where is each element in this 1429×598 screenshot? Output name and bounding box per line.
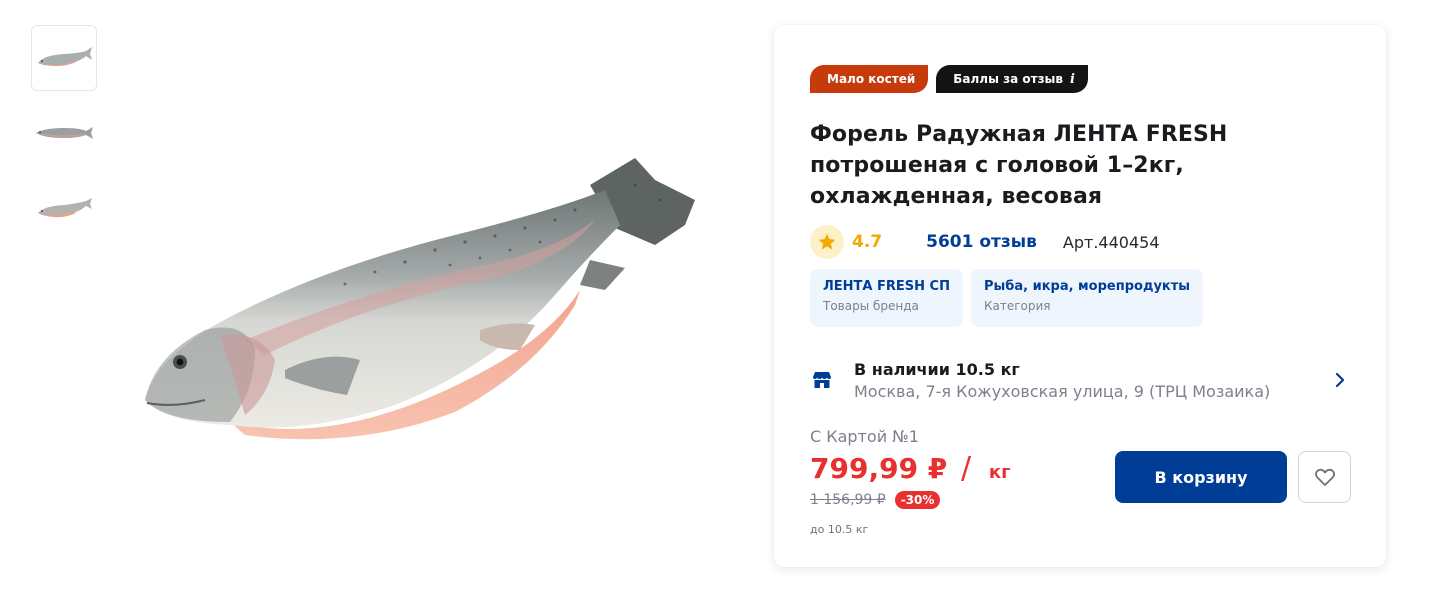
add-to-cart-button[interactable]: В корзину <box>1115 451 1287 503</box>
product-title: Форель Радужная ЛЕНТА FRESH потрошеная с… <box>810 122 1228 209</box>
reviews-link[interactable]: 5601 отзыв <box>926 232 1037 252</box>
chevron-right-icon[interactable] <box>1330 370 1350 390</box>
favorite-button[interactable] <box>1298 451 1351 503</box>
brand-chip-title: ЛЕНТА FRESH СП <box>823 279 950 294</box>
star-icon <box>810 225 844 259</box>
category-chip-subtitle: Категория <box>983 299 1051 313</box>
product-image <box>145 158 695 440</box>
category-chip[interactable]: Рыба, икра, морепродукты Категория <box>970 269 1204 327</box>
chip-row: ЛЕНТА FRESH СП Товары бренда Рыба, икра,… <box>810 269 1204 327</box>
brand-chip-subtitle: Товары бренда <box>823 299 919 313</box>
badge-row: Мало костей Баллы за отзыв i <box>810 65 1088 93</box>
stock-availability-row[interactable]: В наличии 10.5 кг Москва, 7-я Кожуховска… <box>810 358 1350 406</box>
current-price: 799,99 ₽ / кг <box>810 451 1011 486</box>
heart-icon <box>1314 468 1335 486</box>
fish-thumbnail-image <box>36 127 93 139</box>
category-chip-title: Рыба, икра, морепродукты <box>983 279 1191 294</box>
price-value: 799,99 ₽ <box>810 452 948 485</box>
product-card: Мало костей Баллы за отзыв i Форель Раду… <box>774 25 1386 567</box>
discount-badge: -30% <box>894 491 941 509</box>
few-bones-badge: Мало костей <box>810 65 929 93</box>
review-points-badge-label: Баллы за отзыв <box>953 72 1063 86</box>
stock-title: В наличии 10.5 кг <box>854 360 1020 379</box>
thumbnail-1[interactable] <box>31 25 97 91</box>
fish-thumbnail-image <box>38 198 92 218</box>
rating-row: 4.7 5601 отзыв Арт.440454 <box>810 225 1160 259</box>
store-icon <box>813 372 831 388</box>
article-number: Арт.440454 <box>1062 232 1160 252</box>
few-bones-badge-label: Мало костей <box>827 72 916 86</box>
thumbnail-strip <box>31 25 97 250</box>
quantity-limit: до 10.5 кг <box>810 523 869 536</box>
old-price-row: 1 156,99 ₽ -30% <box>810 491 941 509</box>
info-icon: i <box>1069 71 1075 87</box>
store-address: Москва, 7-я Кожуховская улица, 9 (ТРЦ Мо… <box>854 382 1271 401</box>
price-unit: кг <box>988 462 1011 483</box>
fish-thumbnail-image <box>38 47 92 67</box>
price-slash: / <box>961 451 972 486</box>
review-points-badge[interactable]: Баллы за отзыв i <box>936 65 1088 93</box>
loyalty-card-label: С Картой №1 <box>810 427 919 446</box>
thumbnail-3[interactable] <box>31 175 97 241</box>
old-price: 1 156,99 ₽ <box>810 492 886 508</box>
brand-chip[interactable]: ЛЕНТА FRESH СП Товары бренда <box>810 269 963 327</box>
thumbnail-2[interactable] <box>31 100 97 166</box>
rating-value: 4.7 <box>852 232 883 252</box>
